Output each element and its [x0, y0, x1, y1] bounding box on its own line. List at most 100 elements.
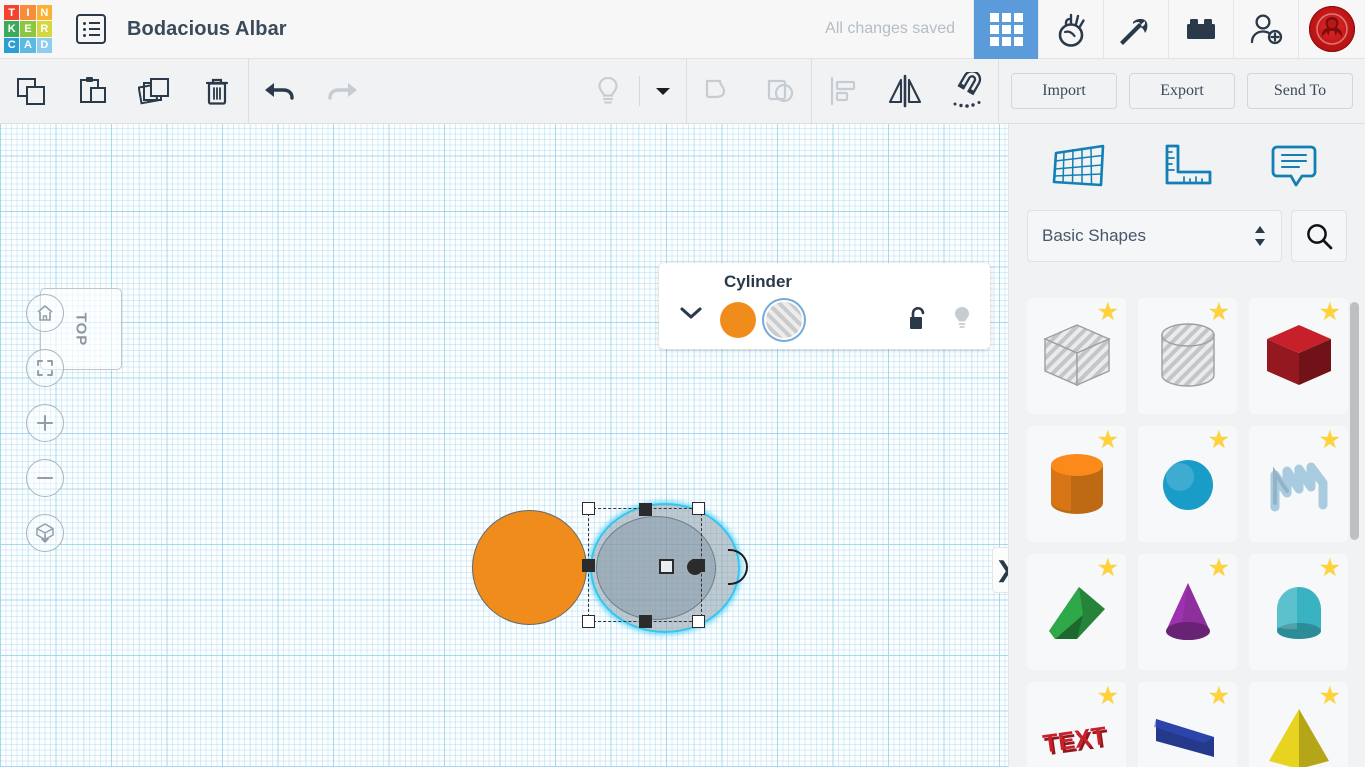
rotate-handle[interactable]	[728, 549, 748, 585]
user-avatar	[1309, 6, 1355, 52]
undo-icon	[265, 83, 294, 100]
resize-handle-s[interactable]	[639, 615, 652, 628]
panel-collapse-toggle[interactable]: ❯	[992, 547, 1008, 593]
home-view-button[interactable]	[26, 294, 64, 332]
logo-tile-r: R	[36, 21, 52, 37]
ungroup-button[interactable]	[749, 59, 811, 124]
lightbulb-icon	[598, 76, 618, 104]
chevron-down-icon	[680, 307, 702, 319]
resize-handle-sw[interactable]	[582, 615, 595, 628]
nav-minecraft[interactable]	[1103, 0, 1168, 59]
group-button[interactable]	[687, 59, 749, 124]
resize-handle-w[interactable]	[582, 559, 595, 572]
user-avatar-button[interactable]	[1298, 0, 1365, 59]
shape-grid-scrollbar[interactable]	[1350, 302, 1359, 540]
ruler-button[interactable]	[1155, 137, 1219, 197]
list-dot	[82, 27, 86, 31]
duplicate-button[interactable]	[124, 59, 186, 124]
solid-color-swatch[interactable]	[720, 302, 756, 338]
shape-scribble[interactable]: ★	[1249, 426, 1348, 542]
favorite-star-icon: ★	[1207, 426, 1230, 454]
align-button[interactable]	[812, 59, 874, 124]
paste-button[interactable]	[62, 59, 124, 124]
shapes-panel: Basic Shapes ★ ★ ★ ★ ★ ★ ★ ★ ★ TEXT TEXT ★ ★ ★	[1008, 124, 1365, 767]
history-tools	[249, 59, 373, 124]
shape-box-hole[interactable]: ★	[1027, 298, 1126, 414]
resize-handle-ne[interactable]	[692, 502, 705, 515]
delete-trash-icon	[205, 78, 229, 105]
list-bar	[88, 27, 100, 31]
tinkercad-logo[interactable]: TINKERCAD	[4, 5, 52, 53]
shape-box[interactable]: ★	[1249, 298, 1348, 414]
project-title[interactable]: Bodacious Albar	[127, 18, 287, 41]
redo-icon	[328, 83, 357, 100]
mirror-icon	[888, 74, 922, 108]
nav-codeblocks[interactable]	[1038, 0, 1103, 59]
search-icon	[1307, 224, 1333, 250]
shape-library-grid: ★ ★ ★ ★ ★ ★ ★ ★ ★ TEXT TEXT ★ ★ ★	[1009, 290, 1365, 767]
save-status: All changes saved	[825, 20, 955, 37]
fit-view-button[interactable]	[26, 349, 64, 387]
zoom-in-button[interactable]	[26, 404, 64, 442]
shape-roof[interactable]: ★	[1027, 554, 1126, 670]
perspective-toggle-button[interactable]	[26, 514, 64, 552]
shape-paraboloid[interactable]: ★	[1138, 682, 1237, 767]
shape-cylinder-hole[interactable]: ★	[1138, 298, 1237, 414]
favorite-star-icon: ★	[1096, 426, 1119, 454]
send-to-button[interactable]: Send To	[1247, 73, 1353, 109]
import-button[interactable]: Import	[1011, 73, 1117, 109]
home-icon	[37, 305, 53, 321]
delete-button[interactable]	[186, 59, 248, 124]
visibility-dropdown-button[interactable]	[640, 59, 686, 124]
nav-3d-design[interactable]	[973, 0, 1038, 59]
hole-swatch[interactable]	[766, 302, 802, 338]
tinkercad-app: TINKERCAD Bodacious Albar All changes sa…	[0, 0, 1365, 767]
nav-invite-user[interactable]	[1233, 0, 1298, 59]
list-bar	[88, 21, 100, 25]
mirror-button[interactable]	[874, 59, 936, 124]
visibility-toggle-button[interactable]	[947, 303, 977, 335]
resize-handle-n[interactable]	[639, 503, 652, 516]
shape-search-button[interactable]	[1291, 210, 1347, 262]
shape-cone[interactable]: ★	[1138, 554, 1237, 670]
workplane-button[interactable]	[1048, 137, 1112, 197]
undo-button[interactable]	[249, 59, 311, 124]
show-hide-button[interactable]	[577, 59, 639, 124]
orange-cylinder-object[interactable]	[472, 510, 587, 625]
align-icon	[830, 76, 856, 106]
shape-card-collapse-button[interactable]	[675, 299, 707, 327]
shape-tube[interactable]: ★	[1249, 554, 1348, 670]
favorite-star-icon: ★	[1207, 298, 1230, 326]
clipboard-tools	[0, 59, 248, 124]
lock-toggle-button[interactable]	[903, 303, 933, 335]
redo-button[interactable]	[311, 59, 373, 124]
shape-cylinder[interactable]: ★	[1027, 426, 1126, 542]
favorite-star-icon: ★	[1318, 554, 1341, 582]
center-handle[interactable]	[659, 559, 674, 574]
header-nav	[973, 0, 1365, 59]
workplane-icon	[1053, 144, 1105, 187]
zoom-out-button[interactable]	[26, 459, 64, 497]
shape-sphere[interactable]: ★	[1138, 426, 1237, 542]
logo-tile-t: T	[4, 5, 20, 21]
design-list-button[interactable]	[76, 14, 106, 44]
shape-pyramid[interactable]: ★	[1249, 682, 1348, 767]
favorite-star-icon: ★	[1096, 554, 1119, 582]
design-canvas[interactable]: TOP Cylinder	[0, 124, 1008, 767]
export-button[interactable]: Export	[1129, 73, 1235, 109]
move-handle[interactable]	[687, 559, 703, 575]
shape-category-select[interactable]: Basic Shapes	[1027, 210, 1282, 262]
logo-tile-k: K	[4, 21, 20, 37]
ortho-cube-icon	[36, 523, 54, 543]
note-button[interactable]	[1262, 137, 1326, 197]
resize-handle-nw[interactable]	[582, 502, 595, 515]
resize-handle-se[interactable]	[692, 615, 705, 628]
edit-toolbar: Import Export Send To	[0, 58, 1365, 124]
action-buttons: Import Export Send To	[999, 59, 1365, 124]
shape-text[interactable]: TEXT TEXT ★	[1027, 682, 1126, 767]
nav-bricks[interactable]	[1168, 0, 1233, 59]
copy-button[interactable]	[0, 59, 62, 124]
snap-magnet-button[interactable]	[936, 59, 998, 124]
logo-tile-e: E	[20, 21, 36, 37]
stepper-updown-icon	[1255, 226, 1265, 246]
